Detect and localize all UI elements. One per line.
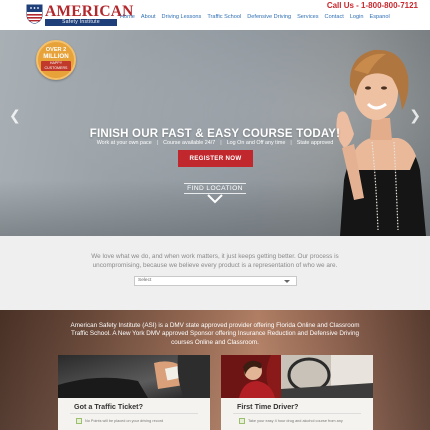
nav-driving-lessons[interactable]: Driving Lessons xyxy=(159,13,205,22)
first-time-driver-card[interactable]: First Time Driver? Take your easy 4 hour… xyxy=(221,355,373,430)
badge-line-3: HAPPY CUSTOMERS xyxy=(41,61,71,71)
hero-slider: OVER 2 MILLION HAPPY CUSTOMERS ❮ ❯ FINIS… xyxy=(0,30,430,236)
chevron-left-icon[interactable]: ❮ xyxy=(9,108,21,122)
card-bullet: Take your easy 4 hour drug and alcohol c… xyxy=(248,419,343,423)
nav-defensive-driving[interactable]: Defensive Driving xyxy=(244,13,294,22)
chevron-right-icon[interactable]: ❯ xyxy=(409,108,421,122)
site-header: AMERICAN Safety Institute Call Us - 1-80… xyxy=(0,0,430,30)
register-now-button[interactable]: REGISTER NOW xyxy=(178,150,253,167)
nav-services[interactable]: Services xyxy=(294,13,321,22)
feature-pace: Work at your own pace xyxy=(96,140,152,146)
find-location-link[interactable]: FIND LOCATION xyxy=(184,183,246,194)
happy-customers-badge: OVER 2 MILLION HAPPY CUSTOMERS xyxy=(36,40,76,80)
traffic-ticket-image xyxy=(58,355,210,398)
nav-home[interactable]: Home xyxy=(118,13,138,22)
feature-divider: | xyxy=(220,140,222,146)
intro-text: We love what we do, and when work matter… xyxy=(91,253,339,269)
course-select[interactable]: Select xyxy=(134,276,297,286)
phone-number[interactable]: Call Us - 1-800-800-7121 xyxy=(327,1,418,10)
feature-availability: Course available 24/7 xyxy=(163,140,216,146)
nav-contact[interactable]: Contact xyxy=(322,13,347,22)
nav-about[interactable]: About xyxy=(138,13,159,22)
first-time-driver-image xyxy=(221,355,373,398)
nav-traffic-school[interactable]: Traffic School xyxy=(204,13,244,22)
hero-features: Work at your own pace | Course available 2… xyxy=(0,140,430,146)
card-divider xyxy=(70,413,198,414)
feature-divider: | xyxy=(290,140,292,146)
nav-espanol[interactable]: Espanol xyxy=(367,13,393,22)
traffic-ticket-card[interactable]: Got a Traffic Ticket? No Points will be … xyxy=(58,355,210,430)
nav-login[interactable]: Login xyxy=(347,13,367,22)
select-value: Select xyxy=(138,278,152,283)
checkbox-icon xyxy=(239,418,245,424)
logo[interactable]: AMERICAN Safety Institute xyxy=(26,4,133,26)
checkbox-icon xyxy=(76,418,82,424)
feature-login: Log On and Off any time xyxy=(226,140,286,146)
caret-down-icon xyxy=(284,280,290,283)
logo-tagline: Safety Institute xyxy=(45,19,117,26)
feature-divider: | xyxy=(156,140,159,146)
about-text: American Safety Institute (ASI) is a DMV… xyxy=(70,322,360,346)
hero-title: FINISH OUR FAST & EASY COURSE TODAY! xyxy=(89,128,341,140)
main-nav: Home About Driving Lessons Traffic Schoo… xyxy=(118,13,393,22)
flag-shield-icon xyxy=(26,4,43,24)
badge-line-2: MILLION xyxy=(43,53,69,60)
card-title: First Time Driver? xyxy=(237,402,299,411)
card-title: Got a Traffic Ticket? xyxy=(74,402,143,411)
feature-approved: State approved xyxy=(296,140,334,146)
card-divider xyxy=(233,413,361,414)
intro-section: We love what we do, and when work matter… xyxy=(0,236,430,310)
card-bullet: No Points will be placed on your driving… xyxy=(85,419,164,423)
chevron-down-icon[interactable] xyxy=(207,194,223,204)
about-section: American Safety Institute (ASI) is a DMV… xyxy=(0,310,430,430)
